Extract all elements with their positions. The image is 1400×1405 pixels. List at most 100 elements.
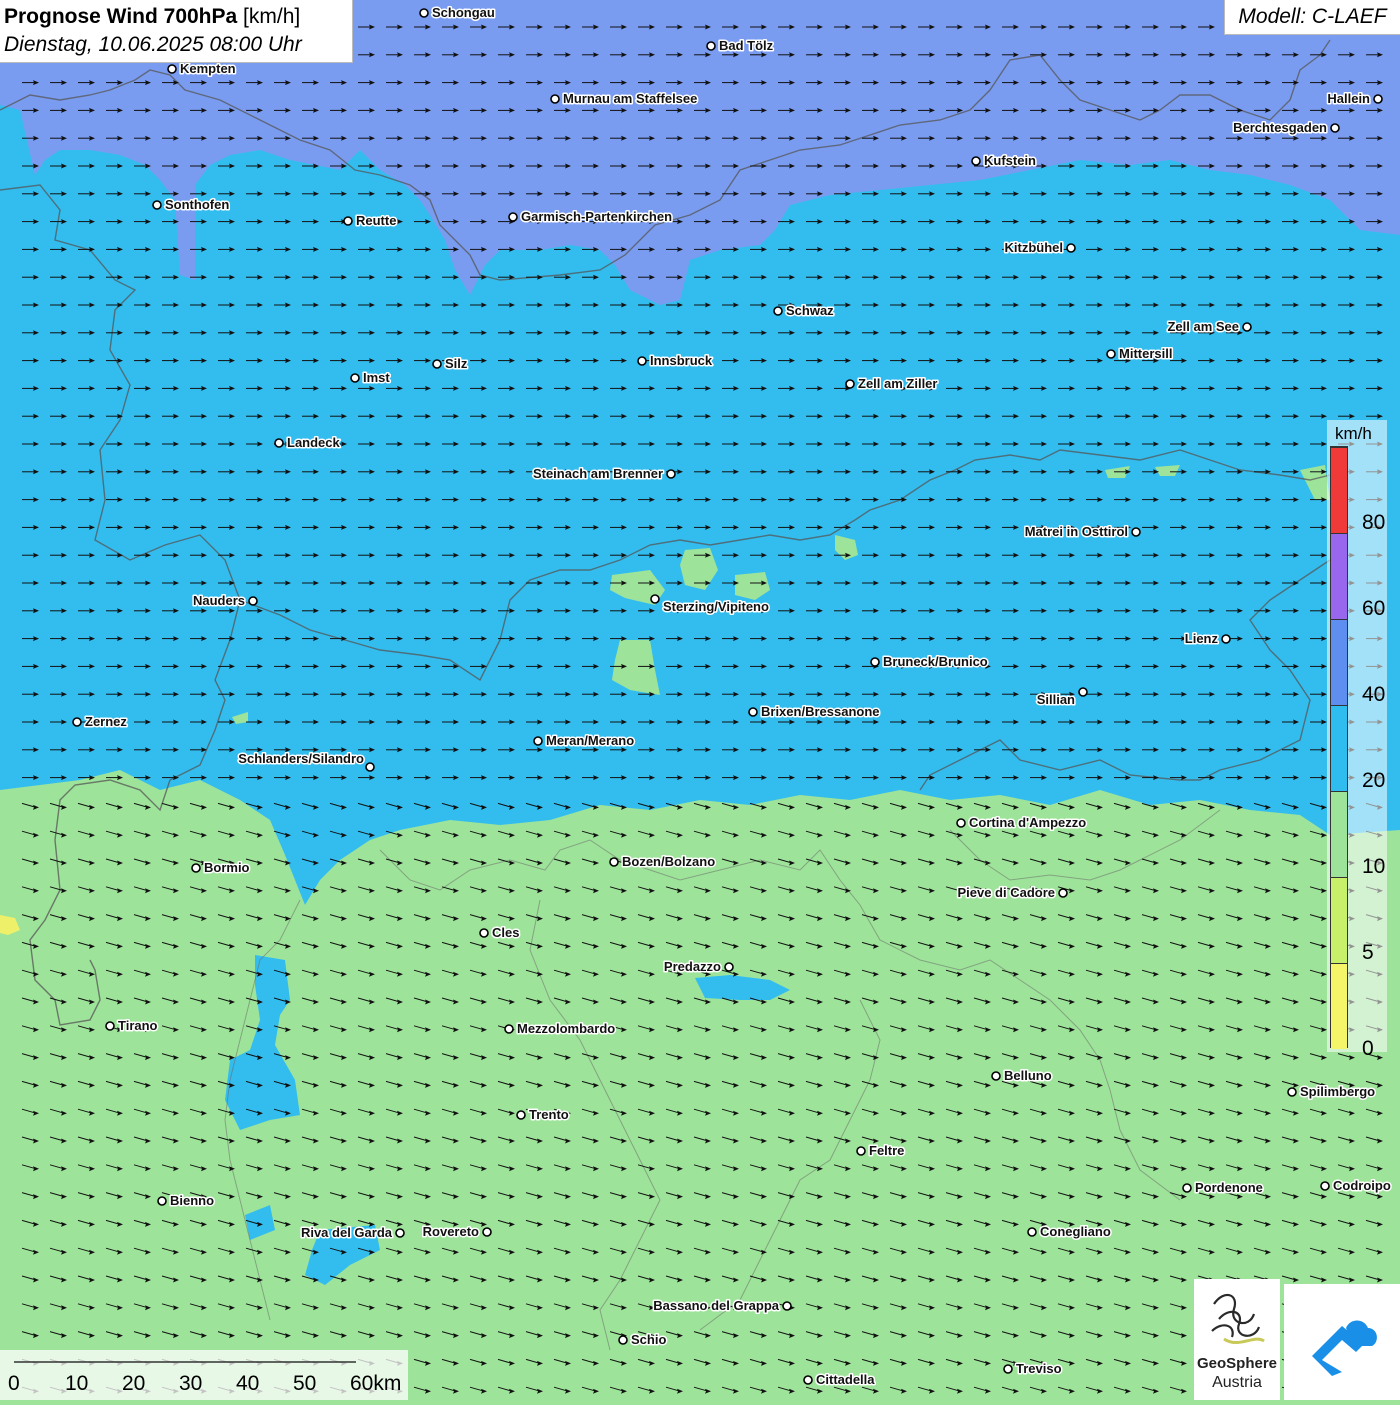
city-label: Innsbruck [650,353,713,368]
title-unit: [km/h] [243,5,300,28]
city-dot [667,470,675,478]
city-label: Reutte [356,213,396,228]
city-label: Bozen/Bolzano [622,854,715,869]
city-label: Schongau [432,5,495,20]
legend-tick-label: 60 [1362,598,1385,620]
legend-color-segment [1331,963,1347,1049]
city-dot [846,380,854,388]
city-label: Pordenone [1195,1180,1263,1195]
legend-color-segment [1331,705,1347,791]
city-marker: Murnau am Staffelsee [551,91,697,106]
city-marker: Conegliano [1028,1224,1111,1239]
city-marker: Sonthofen [153,197,229,212]
city-dot [73,718,81,726]
city-label: Nauders [193,593,245,608]
legend-color-segment [1331,619,1347,705]
city-dot [351,374,359,382]
city-label: Meran/Merano [546,733,634,748]
city-label: Riva del Garda [301,1225,393,1240]
city-label: Predazzo [664,959,721,974]
city-label: Matrei in Osttirol [1025,524,1128,539]
scale-label: 10 [65,1372,88,1396]
legend-colorbar [1330,446,1348,1048]
city-dot [749,708,757,716]
legend-color-segment [1331,877,1347,963]
scale-bar: 0102030405060km [0,1350,408,1400]
city-marker: Pieve di Cadore [957,885,1067,900]
city-dot [1059,889,1067,897]
city-dot [1331,124,1339,132]
city-dot [638,357,646,365]
city-marker: Riva del Garda [301,1225,404,1240]
geosphere-swirl-icon [1212,1295,1259,1337]
cloud-logo [1284,1284,1400,1400]
city-dot [1132,528,1140,536]
city-label: Murnau am Staffelsee [563,91,697,106]
city-label: Kempten [180,61,236,76]
city-label: Trento [529,1107,569,1122]
city-label: Mittersill [1119,346,1172,361]
city-dot [1028,1228,1036,1236]
city-dot [1107,350,1115,358]
city-dot [551,95,559,103]
legend-tick-label: 80 [1362,512,1385,534]
scale-label: 20 [122,1372,145,1396]
city-label: Kufstein [984,153,1036,168]
city-label: Tirano [118,1018,158,1033]
logo-text-2: Austria [1194,1374,1280,1392]
city-label: Bormio [204,860,250,875]
city-label: Mezzolombardo [517,1021,615,1036]
scale-label: 30 [179,1372,202,1396]
forecast-datetime: Dienstag, 10.06.2025 08:00 Uhr [4,31,348,59]
city-dot [1374,95,1382,103]
city-dot [1067,244,1075,252]
legend-tick-label: 20 [1362,770,1385,792]
city-label: Zell am See [1167,319,1239,334]
city-dot [158,1197,166,1205]
city-marker: Spilimbergo [1288,1084,1375,1099]
legend-tick-label: 0 [1362,1038,1374,1060]
city-marker: Innsbruck [638,353,713,368]
city-marker: Pordenone [1183,1180,1263,1195]
city-label: Bassano del Grappa [653,1298,779,1313]
city-marker: Zell am Ziller [846,376,937,391]
city-dot [1243,323,1251,331]
city-label: Schwaz [786,303,834,318]
city-dot [619,1336,627,1344]
city-label: Schio [631,1332,666,1347]
city-label: Conegliano [1040,1224,1111,1239]
city-marker: Steinach am Brenner [533,466,675,481]
wind-map[interactable]: SchongauBad TölzKemptenMurnau am Staffel… [0,0,1400,1400]
city-label: Pieve di Cadore [957,885,1055,900]
city-dot [509,213,517,221]
city-dot [249,597,257,605]
city-label: Feltre [869,1143,904,1158]
city-dot [804,1376,812,1384]
scale-label: 40 [236,1372,259,1396]
city-label: Codroipo [1333,1178,1391,1193]
city-dot [517,1111,525,1119]
city-dot [651,595,659,603]
city-dot [1288,1088,1296,1096]
city-label: Cortina d'Ampezzo [969,815,1086,830]
city-label: Imst [363,370,390,385]
city-dot [725,963,733,971]
city-label: Hallein [1327,91,1370,106]
city-dot [106,1022,114,1030]
city-dot [1321,1182,1329,1190]
city-label: Brixen/Bressanone [761,704,880,719]
city-marker: Berchtesgaden [1233,120,1339,135]
city-label: Cles [492,925,519,940]
city-dot [707,42,715,50]
city-label: Silz [445,356,468,371]
legend-tick-label: 5 [1362,942,1374,964]
color-legend: km/h 806040201050 [1327,420,1387,1052]
city-dot [610,858,618,866]
city-marker: Brixen/Bressanone [749,704,880,719]
city-marker: Matrei in Osttirol [1025,524,1140,539]
city-label: Sonthofen [165,197,229,212]
legend-color-segment [1331,791,1347,877]
city-label: Rovereto [423,1224,479,1239]
city-dot [344,217,352,225]
city-label: Garmisch-Partenkirchen [521,209,672,224]
